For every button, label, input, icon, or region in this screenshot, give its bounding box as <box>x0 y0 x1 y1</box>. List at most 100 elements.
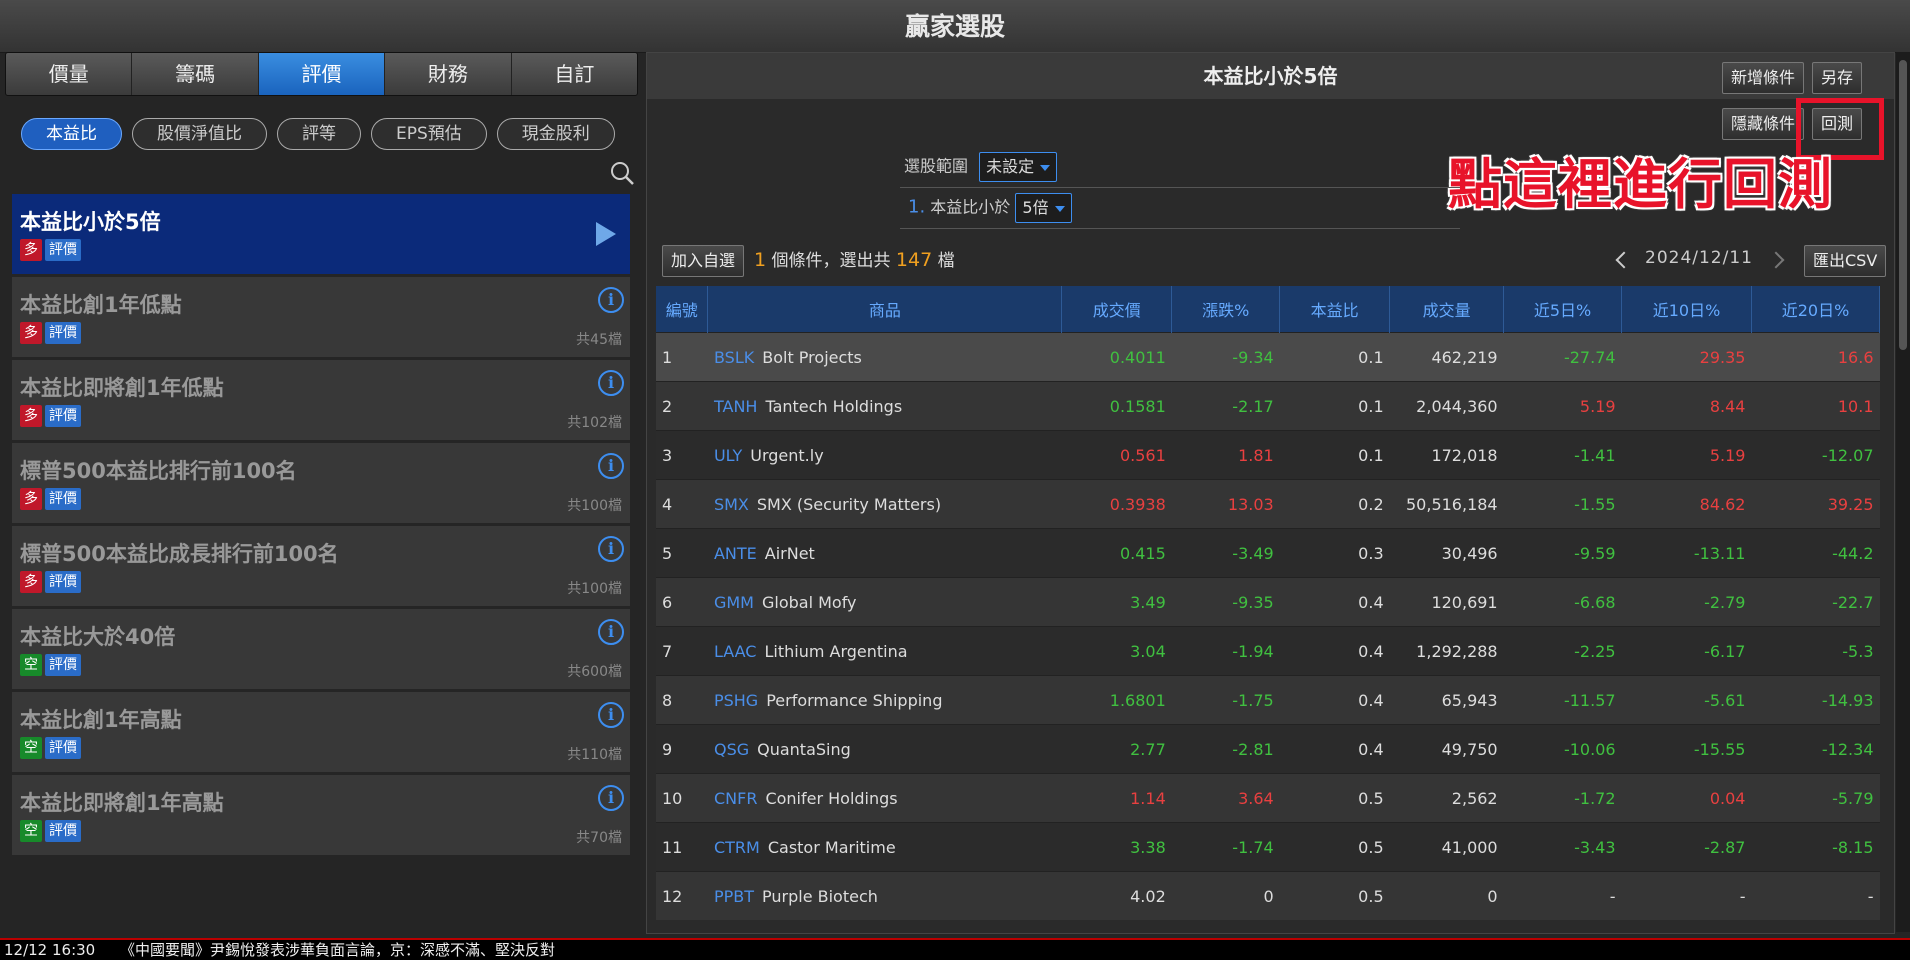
tab-custom[interactable]: 自訂 <box>512 53 637 95</box>
col-volume[interactable]: 成交量 <box>1389 286 1505 333</box>
cell-symbol[interactable]: CNFR <box>714 789 757 808</box>
search-icon[interactable] <box>609 160 635 186</box>
table-row[interactable]: 4 SMX SMX (Security Matters) 0.3938 13.03 0.2… <box>656 479 1880 529</box>
cell-5d: -9.59 <box>1503 528 1622 578</box>
subtab-dividend[interactable]: 現金股利 <box>496 118 615 150</box>
table-row[interactable]: 3 ULY Urgent.ly 0.561 1.81 0.1 172,018 -1.41 5.1… <box>656 430 1880 480</box>
cell-product[interactable]: PSHG Performance Shipping <box>707 675 1062 725</box>
play-icon[interactable] <box>596 222 616 246</box>
table-row[interactable]: 7 LAAC Lithium Argentina 3.04 -1.94 0.4 1,292,… <box>656 626 1880 676</box>
table-row[interactable]: 1 BSLK Bolt Projects 0.4011 -9.34 0.1 462,219-… <box>656 332 1880 382</box>
subtab-pb[interactable]: 股價淨值比 <box>132 118 267 150</box>
cell-pe: 0.2 <box>1279 479 1390 529</box>
cell-pe: 0.4 <box>1279 724 1390 774</box>
cell-symbol[interactable]: ANTE <box>714 544 757 563</box>
cell-10d: -13.11 <box>1621 528 1752 578</box>
cell-price: 1.6801 <box>1061 675 1172 725</box>
scroll-thumb[interactable] <box>1899 60 1907 350</box>
condition-select[interactable]: 5倍 <box>1015 193 1072 223</box>
cell-symbol[interactable]: BSLK <box>714 348 754 367</box>
table-row[interactable]: 2 TANH Tantech Holdings 0.1581 -2.17 0.1 2,044… <box>656 381 1880 431</box>
subtab-eps[interactable]: EPS預估 <box>371 118 487 150</box>
bull-tag: 多 <box>20 322 42 344</box>
col-product[interactable]: 商品 <box>707 286 1063 333</box>
cell-product[interactable]: SMX SMX (Security Matters) <box>707 479 1062 529</box>
cell-pe: 0.1 <box>1279 381 1390 431</box>
cell-product[interactable]: GMM Global Mofy <box>707 577 1062 627</box>
col-10d[interactable]: 近10日% <box>1621 286 1752 333</box>
tab-price-volume[interactable]: 價量 <box>6 53 133 95</box>
cell-symbol[interactable]: CTRM <box>714 838 760 857</box>
table-row[interactable]: 10 CNFR Conifer Holdings 1.14 3.64 0.5 2,562 -1… <box>656 773 1880 823</box>
cell-volume: 172,018 <box>1389 430 1504 480</box>
info-icon[interactable]: i <box>598 536 624 562</box>
cell-symbol[interactable]: SMX <box>714 495 749 514</box>
strategy-item[interactable]: 本益比即將創1年高點 空評價 i 共70檔 <box>12 775 630 855</box>
strategy-item[interactable]: 標普500本益比排行前100名 多評價 i 共100檔 <box>12 443 630 523</box>
strategy-item[interactable]: 本益比大於40倍 空評價 i 共600檔 <box>12 609 630 689</box>
hide-conditions-button[interactable]: 隱藏條件 <box>1722 108 1805 140</box>
cell-symbol[interactable]: LAAC <box>714 642 757 661</box>
cell-product[interactable]: ULY Urgent.ly <box>707 430 1062 480</box>
strategy-item[interactable]: 本益比創1年高點 空評價 i 共110檔 <box>12 692 630 772</box>
cell-change: 13.03 <box>1171 479 1280 529</box>
cell-symbol[interactable]: QSG <box>714 740 749 759</box>
cell-volume: 2,562 <box>1389 773 1504 823</box>
tab-valuation[interactable]: 評價 <box>258 53 386 95</box>
col-5d[interactable]: 近5日% <box>1503 286 1623 333</box>
cell-price: 4.02 <box>1061 871 1172 920</box>
subtab-pe[interactable]: 本益比 <box>21 118 122 150</box>
cell-5d: -27.74 <box>1503 332 1622 382</box>
info-icon[interactable]: i <box>598 702 624 728</box>
strategy-item[interactable]: 標普500本益比成長排行前100名 多評價 i 共100檔 <box>12 526 630 606</box>
table-row[interactable]: 8 PSHG Performance Shipping 1.6801 -1.75 0.4 6… <box>656 675 1880 725</box>
info-icon[interactable]: i <box>598 785 624 811</box>
info-icon[interactable]: i <box>598 287 624 313</box>
table-row[interactable]: 5 ANTE AirNet 0.415 -3.49 0.3 30,496 -9.59 -13.1… <box>656 528 1880 578</box>
cell-product[interactable]: BSLK Bolt Projects <box>707 332 1062 382</box>
cell-product[interactable]: ANTE AirNet <box>707 528 1062 578</box>
cell-symbol[interactable]: ULY <box>714 446 742 465</box>
cell-10d: -2.87 <box>1621 822 1752 872</box>
cell-symbol[interactable]: GMM <box>714 593 754 612</box>
cell-product[interactable]: PPBT Purple Biotech <box>707 871 1062 920</box>
strategy-item[interactable]: 本益比小於5倍 多評價 <box>12 194 630 274</box>
news-ticker[interactable]: 12/12 16:30 《中國要聞》尹錫悅發表涉華負面言論，京：深感不滿、堅決反… <box>0 938 1910 960</box>
info-icon[interactable]: i <box>598 619 624 645</box>
cell-symbol[interactable]: PPBT <box>714 887 754 906</box>
export-csv-button[interactable]: 匯出CSV <box>1804 245 1887 277</box>
add-condition-button[interactable]: 新增條件 <box>1722 62 1805 94</box>
tab-chips[interactable]: 籌碼 <box>132 53 259 95</box>
col-20d[interactable]: 近20日% <box>1751 286 1881 333</box>
col-price[interactable]: 成交價 <box>1061 286 1173 333</box>
cell-symbol[interactable]: TANH <box>714 397 757 416</box>
add-watchlist-button[interactable]: 加入自選 <box>662 245 745 277</box>
info-icon[interactable]: i <box>598 453 624 479</box>
cell-20d: - <box>1751 871 1880 920</box>
strategy-item[interactable]: 本益比創1年低點 多評價 i 共45檔 <box>12 277 630 357</box>
tab-financial[interactable]: 財務 <box>385 53 512 95</box>
cell-product[interactable]: QSG QuantaSing <box>707 724 1062 774</box>
cell-pe: 0.4 <box>1279 675 1390 725</box>
subtab-rating[interactable]: 評等 <box>277 118 361 150</box>
cell-index: 7 <box>656 626 708 676</box>
cell-product[interactable]: TANH Tantech Holdings <box>707 381 1062 431</box>
bull-tag: 多 <box>20 488 42 510</box>
cell-symbol[interactable]: PSHG <box>714 691 758 710</box>
info-icon[interactable]: i <box>598 370 624 396</box>
col-index[interactable]: 編號 <box>656 286 709 333</box>
table-row[interactable]: 9 QSG QuantaSing 2.77 -2.81 0.4 49,750 -10.06 -1… <box>656 724 1880 774</box>
cell-product[interactable]: LAAC Lithium Argentina <box>707 626 1062 676</box>
cell-product[interactable]: CNFR Conifer Holdings <box>707 773 1062 823</box>
col-pe[interactable]: 本益比 <box>1279 286 1391 333</box>
table-row[interactable]: 11 CTRM Castor Maritime 3.38 -1.74 0.5 41,000-… <box>656 822 1880 872</box>
save-as-button[interactable]: 另存 <box>1812 62 1863 94</box>
scope-select[interactable]: 未設定 <box>979 152 1058 182</box>
cell-10d: 0.04 <box>1621 773 1752 823</box>
cell-product[interactable]: CTRM Castor Maritime <box>707 822 1062 872</box>
table-row[interactable]: 6 GMM Global Mofy 3.49 -9.35 0.4 120,691 -6.68-… <box>656 577 1880 627</box>
scrollbar[interactable] <box>1896 52 1910 932</box>
strategy-item[interactable]: 本益比即將創1年低點 多評價 i 共102檔 <box>12 360 630 440</box>
table-row[interactable]: 12 PPBT Purple Biotech 4.02 0 0.5 0- - - <box>656 871 1880 920</box>
col-change[interactable]: 漲跌% <box>1171 286 1281 333</box>
